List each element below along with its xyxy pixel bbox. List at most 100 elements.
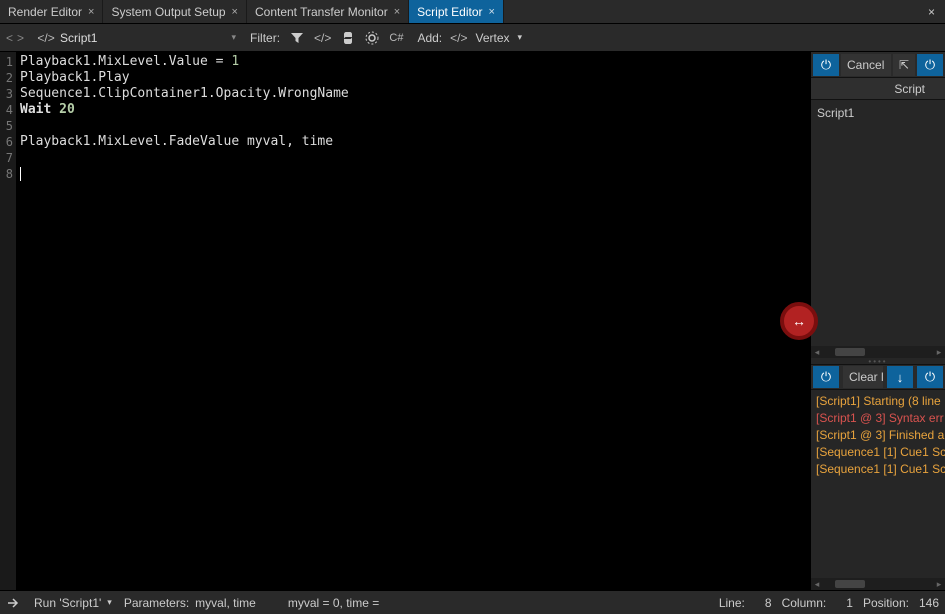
filter-icon[interactable] bbox=[290, 31, 304, 45]
pos-label: Position: bbox=[863, 596, 909, 610]
line-number: 8 bbox=[0, 166, 13, 182]
line-number: 2 bbox=[0, 70, 13, 86]
vars-value: myval = 0, time = bbox=[288, 596, 379, 610]
line-number: 1 bbox=[0, 54, 13, 70]
filter-label: Filter: bbox=[250, 31, 280, 45]
code-filter-icon[interactable]: </> bbox=[314, 31, 331, 45]
scrollbar-horizontal[interactable]: ◂ ▸ bbox=[811, 578, 945, 590]
status-bar: Run 'Script1' ▾ Parameters: myval, time … bbox=[0, 590, 945, 614]
line-label: Line: bbox=[719, 596, 745, 610]
scroll-left-icon[interactable]: ◂ bbox=[811, 347, 823, 358]
nav-back-icon[interactable]: < bbox=[6, 31, 13, 45]
code-area[interactable]: Playback1.MixLevel.Value = 1Playback1.Pl… bbox=[16, 52, 810, 590]
log-line: [Sequence1 [1] Cue1 Sc bbox=[816, 444, 940, 461]
clear-log-button[interactable]: Clear lo bbox=[843, 366, 883, 388]
line-value: 8 bbox=[765, 596, 772, 610]
pin-button[interactable]: ⇱ bbox=[893, 54, 915, 76]
nav-arrows: < > bbox=[6, 31, 24, 45]
tab-label: Script Editor bbox=[417, 5, 482, 19]
line-number: 3 bbox=[0, 86, 13, 102]
scroll-down-button[interactable]: ↓ bbox=[887, 366, 913, 388]
run-icon[interactable] bbox=[6, 595, 22, 611]
script-header-label: Script bbox=[894, 82, 925, 96]
log-line: [Sequence1 [1] Cue1 Sc bbox=[816, 461, 940, 478]
run-label: Run 'Script1' bbox=[34, 596, 101, 610]
col-label: Column: bbox=[782, 596, 827, 610]
parameters-display: Parameters: myval, time bbox=[124, 596, 256, 610]
code-line: Playback1.Play bbox=[20, 70, 806, 86]
chevron-down-icon[interactable]: ▾ bbox=[518, 32, 523, 43]
col-value: 1 bbox=[846, 596, 853, 610]
close-icon[interactable]: × bbox=[489, 6, 495, 18]
line-number: 4 bbox=[0, 102, 13, 118]
power-button-4[interactable]: ⏻ bbox=[917, 366, 943, 388]
csharp-icon[interactable]: C# bbox=[389, 32, 403, 44]
tab-content-transfer-monitor[interactable]: Content Transfer Monitor × bbox=[247, 0, 409, 23]
log-toolbar: ⏻ Clear lo ↓ ⏻ bbox=[811, 364, 945, 390]
code-line bbox=[20, 118, 806, 134]
line-number: 6 bbox=[0, 134, 13, 150]
log-line: [Script1 @ 3] Syntax err bbox=[816, 410, 940, 427]
scroll-right-icon[interactable]: ▸ bbox=[933, 576, 945, 591]
code-line bbox=[20, 166, 806, 182]
code-line: Playback1.MixLevel.Value = 1 bbox=[20, 54, 806, 70]
run-script-button[interactable]: Run 'Script1' ▾ bbox=[34, 596, 112, 610]
add-target[interactable]: Vertex bbox=[476, 31, 510, 45]
code-line bbox=[20, 150, 806, 166]
tab-strip: Render Editor × System Output Setup × Co… bbox=[0, 0, 945, 24]
script-selector[interactable]: </> Script1 ▾ bbox=[32, 30, 242, 46]
scroll-right-icon[interactable]: ▸ bbox=[933, 347, 945, 358]
line-gutter: 12345678 bbox=[0, 52, 16, 590]
cursor-position: Line: 8 Column: 1 Position: 146 bbox=[719, 596, 939, 610]
script-item[interactable]: Script1 bbox=[817, 104, 939, 122]
scroll-thumb[interactable] bbox=[835, 348, 865, 356]
add-label: Add: bbox=[417, 31, 442, 45]
tab-script-editor[interactable]: Script Editor × bbox=[409, 0, 504, 23]
tab-render-editor[interactable]: Render Editor × bbox=[0, 0, 103, 23]
scrollbar-horizontal[interactable]: ◂ ▸ bbox=[811, 346, 945, 358]
tab-label: Content Transfer Monitor bbox=[255, 5, 388, 19]
variables-display: myval = 0, time = bbox=[288, 596, 379, 610]
scroll-left-icon[interactable]: ◂ bbox=[811, 576, 823, 591]
line-number: 7 bbox=[0, 150, 13, 166]
close-icon[interactable]: × bbox=[232, 6, 238, 18]
chevron-down-icon: ▾ bbox=[232, 32, 237, 43]
code-line: Sequence1.ClipContainer1.Opacity.WrongNa… bbox=[20, 86, 806, 102]
gear-icon[interactable] bbox=[365, 31, 379, 45]
code-icon: </> bbox=[38, 30, 54, 46]
close-icon[interactable]: × bbox=[394, 6, 400, 18]
power-button[interactable]: ⏻ bbox=[813, 54, 839, 76]
power-button-2[interactable]: ⏻ bbox=[917, 54, 943, 76]
scroll-thumb[interactable] bbox=[835, 580, 865, 588]
filter-area: Filter: </> C# bbox=[250, 31, 403, 45]
script-panel-toolbar: ⏻ Cancel ⇱ ⏻ bbox=[811, 52, 945, 78]
script-list-header: Script bbox=[811, 78, 945, 100]
log-list: [Script1] Starting (8 line[Script1 @ 3] … bbox=[811, 390, 945, 590]
nav-forward-icon[interactable]: > bbox=[17, 31, 24, 45]
line-number: 5 bbox=[0, 118, 13, 134]
close-panel-icon[interactable]: × bbox=[918, 5, 945, 19]
tab-label: System Output Setup bbox=[111, 5, 225, 19]
pos-value: 146 bbox=[919, 596, 939, 610]
close-icon[interactable]: × bbox=[88, 6, 94, 18]
python-icon[interactable] bbox=[341, 31, 355, 45]
text-cursor bbox=[20, 167, 21, 181]
tab-label: Render Editor bbox=[8, 5, 82, 19]
tab-system-output-setup[interactable]: System Output Setup × bbox=[103, 0, 247, 23]
code-line: Playback1.MixLevel.FadeValue myval, time bbox=[20, 134, 806, 150]
script-list: Script1 ◂ ▸ bbox=[811, 100, 945, 358]
main-area: 12345678 Playback1.MixLevel.Value = 1Pla… bbox=[0, 52, 945, 590]
right-panel: ⏻ Cancel ⇱ ⏻ Script Script1 ◂ ▸ •••• ⏻ C… bbox=[810, 52, 945, 590]
chevron-down-icon: ▾ bbox=[107, 597, 112, 608]
code-add-icon[interactable]: </> bbox=[450, 31, 467, 45]
power-button-3[interactable]: ⏻ bbox=[813, 366, 839, 388]
params-value: myval, time bbox=[195, 596, 256, 610]
script-name: Script1 bbox=[60, 31, 97, 45]
code-line: Wait 20 bbox=[20, 102, 806, 118]
params-label: Parameters: bbox=[124, 596, 189, 610]
cancel-button[interactable]: Cancel bbox=[841, 54, 891, 76]
log-line: [Script1 @ 3] Finished a bbox=[816, 427, 940, 444]
log-line: [Script1] Starting (8 line bbox=[816, 393, 940, 410]
code-editor[interactable]: 12345678 Playback1.MixLevel.Value = 1Pla… bbox=[0, 52, 810, 590]
add-area: Add: </> Vertex ▾ bbox=[417, 31, 522, 45]
